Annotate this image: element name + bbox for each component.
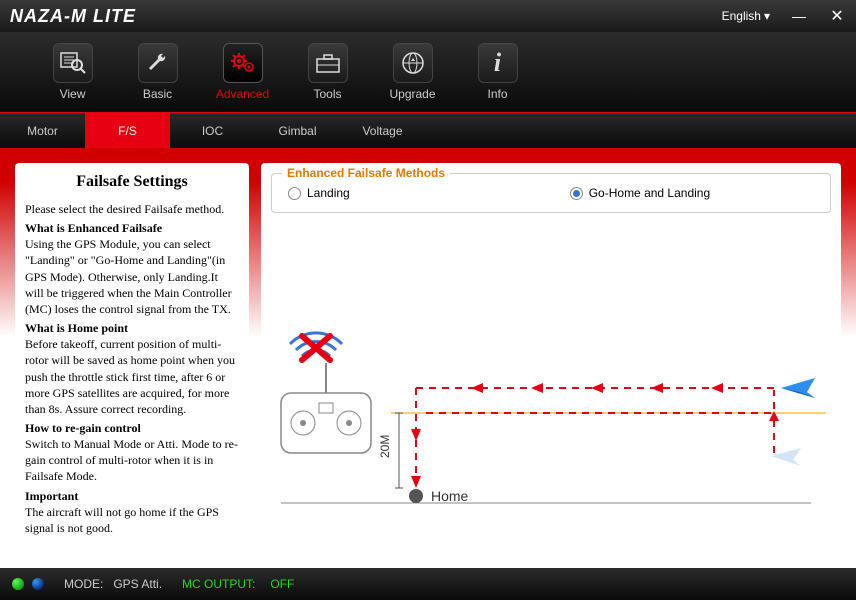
info-button[interactable]: i Info	[455, 32, 540, 112]
status-bar: MODE: GPS Atti. MC OUTPUT: OFF	[0, 568, 856, 600]
text-home-point: Before takeoff, current position of mult…	[25, 336, 239, 417]
settings-intro: Please select the desired Failsafe metho…	[25, 201, 239, 217]
radio-icon	[288, 187, 301, 200]
tools-button[interactable]: Tools	[285, 32, 370, 112]
mcoutput-value: OFF	[270, 577, 294, 591]
upgrade-button[interactable]: Upgrade	[370, 32, 455, 112]
heading-home-point: What is Home point	[25, 321, 239, 336]
mcoutput-label: MC OUTPUT:	[182, 577, 255, 591]
tab-ioc[interactable]: IOC	[170, 113, 255, 148]
title-bar: NAZA-M LITE English ▾ — ✕	[0, 0, 856, 32]
methods-panel: Enhanced Failsafe Methods Landing Go-Hom…	[261, 163, 841, 553]
fieldset-legend: Enhanced Failsafe Methods	[282, 166, 450, 180]
chevron-down-icon: ▾	[764, 9, 770, 23]
radio-gohome[interactable]: Go-Home and Landing	[570, 186, 710, 200]
wrench-icon	[138, 43, 178, 83]
gear-icon	[223, 43, 263, 83]
tab-gimbal[interactable]: Gimbal	[255, 113, 340, 148]
sub-tabs: Motor F/S IOC Gimbal Voltage	[0, 112, 856, 148]
heading-what-failsafe: What is Enhanced Failsafe	[25, 221, 239, 236]
radio-landing[interactable]: Landing	[288, 186, 350, 200]
distance-label: 20M	[378, 435, 392, 458]
text-regain: Switch to Manual Mode or Atti. Mode to r…	[25, 436, 239, 485]
content-area: Failsafe Settings Please select the desi…	[0, 148, 856, 568]
close-button[interactable]: ✕	[828, 6, 846, 26]
failsafe-diagram: Home	[271, 263, 831, 523]
basic-button[interactable]: Basic	[115, 32, 200, 112]
tab-fs[interactable]: F/S	[85, 113, 170, 148]
settings-info-panel: Failsafe Settings Please select the desi…	[15, 163, 249, 553]
globe-icon	[393, 43, 433, 83]
heading-regain: How to re-gain control	[25, 421, 239, 436]
tab-voltage[interactable]: Voltage	[340, 113, 425, 148]
heading-important: Important	[25, 489, 239, 504]
failsafe-methods-fieldset: Enhanced Failsafe Methods Landing Go-Hom…	[271, 173, 831, 213]
magnifier-icon	[53, 43, 93, 83]
mode-value: GPS Atti.	[113, 577, 162, 591]
minimize-button[interactable]: —	[790, 8, 808, 24]
text-important: The aircraft will not go home if the GPS…	[25, 504, 239, 536]
text-what-failsafe: Using the GPS Module, you can select "La…	[25, 236, 239, 317]
info-icon: i	[478, 43, 518, 83]
settings-title: Failsafe Settings	[25, 173, 239, 191]
advanced-button[interactable]: Advanced	[200, 32, 285, 112]
view-button[interactable]: View	[30, 32, 115, 112]
app-title: NAZA-M LITE	[10, 6, 136, 27]
toolbox-icon	[308, 43, 348, 83]
language-selector[interactable]: English ▾	[722, 9, 770, 23]
radio-icon	[570, 187, 583, 200]
home-label: Home	[431, 488, 469, 504]
mode-label: MODE:	[64, 577, 103, 591]
main-toolbar: View Basic Advanced Tools Upgrade i Info	[0, 32, 856, 112]
status-led-green	[12, 578, 24, 590]
status-led-blue	[32, 578, 44, 590]
tab-motor[interactable]: Motor	[0, 113, 85, 148]
